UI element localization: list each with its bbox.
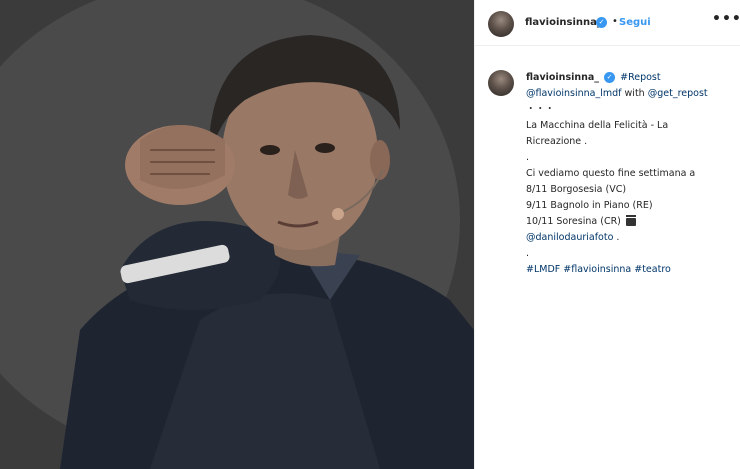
hashtag-flavioinsinna[interactable]: #flavioinsinna — [563, 264, 631, 275]
caption-date-2: 9/11 Bagnolo in Piano (RE) — [526, 200, 653, 211]
clapperboard-icon — [625, 214, 636, 226]
mention-repost-source[interactable]: @flavioinsinna_lmdf — [526, 88, 622, 99]
mention-photo-credit[interactable]: @danilodauriafoto — [526, 232, 613, 243]
caption-date-3: 10/11 Soresina (CR) — [526, 216, 621, 227]
more-options-icon[interactable]: ••• — [712, 11, 740, 27]
credit-suffix: . — [613, 232, 620, 243]
verified-badge-icon: ✓ — [604, 72, 616, 83]
with-text: with — [621, 88, 648, 99]
post-photo[interactable] — [0, 0, 474, 469]
caption-intro: Ci vediamo questo fine settimana a — [526, 168, 696, 179]
header-separator: • — [612, 16, 618, 27]
caption-title-1: La Macchina della Felicità - La — [526, 120, 669, 131]
caption-date-3-row: 10/11 Soresina (CR) — [526, 214, 731, 230]
caption-dots: ・・・ — [526, 104, 555, 115]
hashtag-lmdf[interactable]: #LMDF — [526, 264, 560, 275]
caption-hashtags: #LMDF #flavioinsinna #teatro — [526, 262, 731, 278]
header-username[interactable]: flavioinsinna_ — [525, 17, 602, 28]
caption-dot-a: . — [526, 152, 530, 163]
post-side-panel: flavioinsinna_ ✓ • Segui ••• flavioinsin… — [474, 0, 740, 469]
verified-badge-icon: ✓ — [596, 17, 607, 28]
follow-button[interactable]: Segui — [619, 17, 651, 28]
caption-credit-row: @danilodauriafoto . — [526, 230, 731, 246]
caption-line-2: @flavioinsinna_lmdf with @get_repost — [526, 86, 731, 102]
post-header: flavioinsinna_ ✓ • Segui ••• — [475, 0, 740, 46]
caption-avatar[interactable] — [488, 70, 514, 96]
caption-username[interactable]: flavioinsinna_ — [526, 72, 599, 83]
caption-title-2: Ricreazione . — [526, 136, 588, 147]
caption-line-1: flavioinsinna_ ✓ #Repost — [526, 70, 731, 86]
profile-avatar[interactable] — [488, 11, 514, 37]
hashtag-repost[interactable]: #Repost — [620, 72, 661, 83]
caption-date-1: 8/11 Borgosesia (VC) — [526, 184, 627, 195]
caption-dot-b: . — [526, 248, 530, 259]
hashtag-teatro[interactable]: #teatro — [634, 264, 671, 275]
portrait-illustration — [0, 0, 474, 469]
post-caption: flavioinsinna_ ✓ #Repost @flavioinsinna_… — [526, 70, 731, 278]
mention-get-repost[interactable]: @get_repost — [648, 88, 708, 99]
